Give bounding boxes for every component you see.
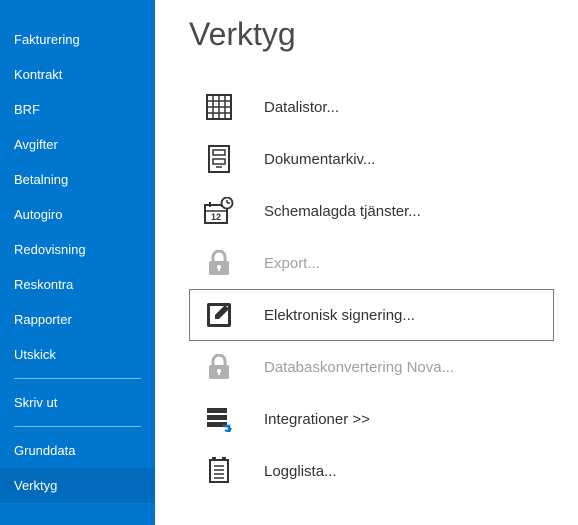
lock-icon (204, 248, 234, 278)
tool-label: Integrationer >> (264, 411, 370, 428)
tool-label: Elektronisk signering... (264, 307, 415, 324)
sidebar-separator (14, 426, 141, 427)
sidebar-item-verktyg[interactable]: Verktyg (0, 468, 155, 503)
archive-icon (204, 144, 234, 174)
main-panel: Verktyg Datalistor... (155, 0, 578, 525)
tool-elektronisk-signering[interactable]: Elektronisk signering... (189, 289, 554, 341)
sidebar-item-skriv-ut[interactable]: Skriv ut (0, 385, 155, 420)
lock-icon (204, 352, 234, 382)
tool-datalistor[interactable]: Datalistor... (189, 81, 554, 133)
sidebar-item-reskontra[interactable]: Reskontra (0, 267, 155, 302)
tool-label: Databaskonvertering Nova... (264, 359, 454, 376)
sidebar: Fakturering Kontrakt BRF Avgifter Betaln… (0, 0, 155, 525)
grid-icon (204, 92, 234, 122)
tool-logglista[interactable]: Logglista... (189, 445, 554, 497)
sidebar-item-utskick[interactable]: Utskick (0, 337, 155, 372)
schedule-icon: 12 (204, 196, 234, 226)
sidebar-item-grunddata[interactable]: Grunddata (0, 433, 155, 468)
sidebar-item-rapporter[interactable]: Rapporter (0, 302, 155, 337)
integrations-icon (204, 404, 234, 434)
page-title: Verktyg (189, 16, 578, 53)
sidebar-item-redovisning[interactable]: Redovisning (0, 232, 155, 267)
tool-label: Schemalagda tjänster... (264, 203, 421, 220)
tool-dokumentarkiv[interactable]: Dokumentarkiv... (189, 133, 554, 185)
log-icon (204, 456, 234, 486)
tool-label: Export... (264, 255, 320, 272)
svg-text:12: 12 (211, 212, 221, 222)
tool-label: Datalistor... (264, 99, 339, 116)
tool-schemalagda[interactable]: 12 Schemalagda tjänster... (189, 185, 554, 237)
tools-list: Datalistor... Dokumentarkiv... (189, 81, 578, 497)
tool-integrationer[interactable]: Integrationer >> (189, 393, 554, 445)
sidebar-separator (14, 378, 141, 379)
sidebar-item-autogiro[interactable]: Autogiro (0, 197, 155, 232)
sidebar-item-brf[interactable]: BRF (0, 92, 155, 127)
sidebar-item-kontrakt[interactable]: Kontrakt (0, 57, 155, 92)
sidebar-item-avgifter[interactable]: Avgifter (0, 127, 155, 162)
sidebar-item-betalning[interactable]: Betalning (0, 162, 155, 197)
sidebar-item-fakturering[interactable]: Fakturering (0, 22, 155, 57)
tool-export: Export... (189, 237, 554, 289)
tool-label: Logglista... (264, 463, 337, 480)
sign-icon (204, 300, 234, 330)
tool-databaskonvertering: Databaskonvertering Nova... (189, 341, 554, 393)
tool-label: Dokumentarkiv... (264, 151, 375, 168)
